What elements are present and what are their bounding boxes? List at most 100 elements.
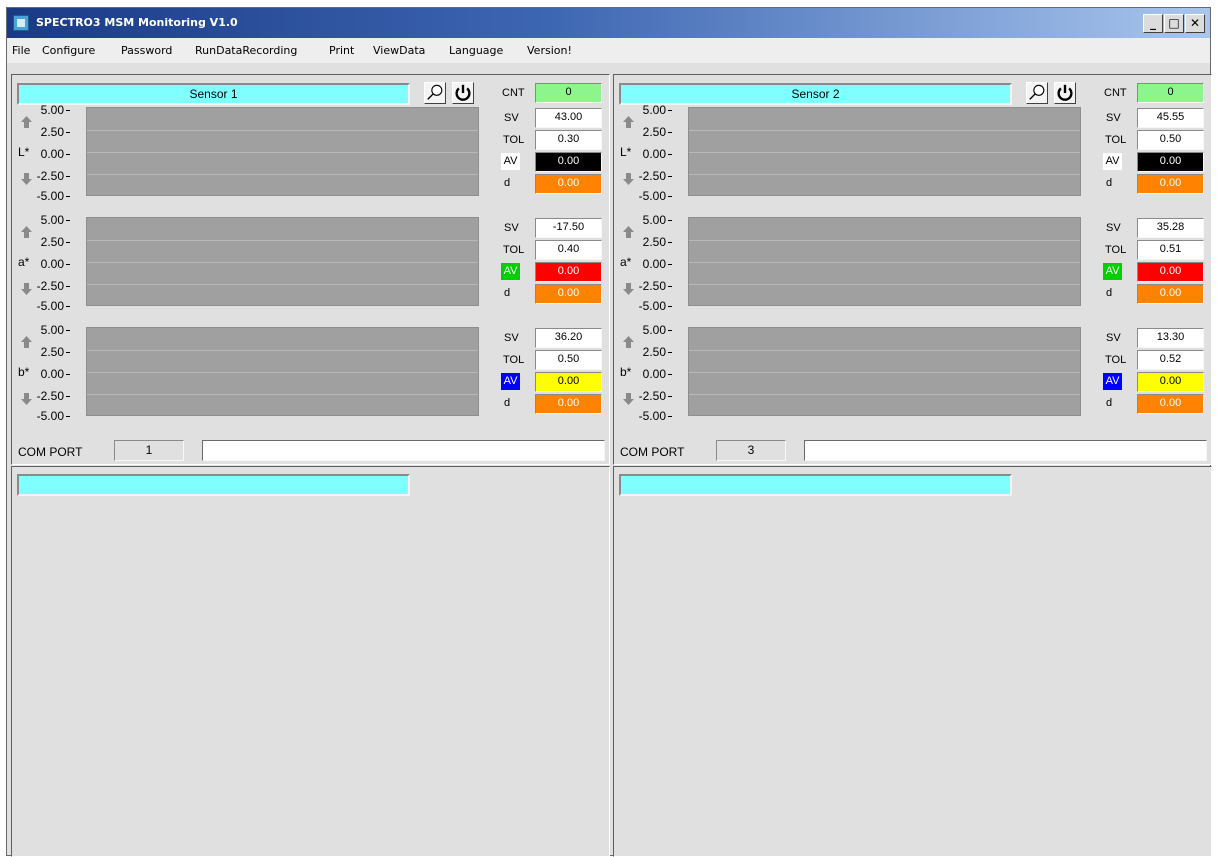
axis-tick-label: 0.00 <box>18 147 70 161</box>
menu-file[interactable]: File <box>12 44 30 57</box>
sv-field[interactable]: 43.00 <box>535 108 602 128</box>
sv-field[interactable]: -17.50 <box>535 218 602 238</box>
menu-language[interactable]: Language <box>449 44 503 57</box>
title-bar: SPECTRO3 MSM Monitoring V1.0 _ □ ✕ <box>7 8 1210 38</box>
av-value: 0.00 <box>1137 262 1204 282</box>
axis-tick-label: -2.50 <box>18 169 70 183</box>
plot-gridline <box>689 240 1080 241</box>
d-value: 0.00 <box>535 284 602 304</box>
plot-gridline <box>689 262 1080 263</box>
plot-gridline <box>87 394 478 395</box>
axis-tick-label: 5.00 <box>18 213 70 227</box>
axis-tick-label: 0.00 <box>620 147 672 161</box>
plot-gridline <box>87 262 478 263</box>
plot-gridline <box>689 372 1080 373</box>
com-port-value: 1 <box>114 440 184 461</box>
axis-tick-label: 2.50 <box>18 345 70 359</box>
sv-label: SV <box>1106 112 1121 124</box>
lower-name-bar <box>17 474 410 496</box>
deviation-plot <box>688 217 1081 306</box>
tol-field[interactable]: 0.51 <box>1137 240 1204 260</box>
sv-label: SV <box>504 222 519 234</box>
sv-field[interactable]: 45.55 <box>1137 108 1204 128</box>
tol-label: TOL <box>503 134 525 146</box>
d-label: d <box>504 397 511 409</box>
d-value: 0.00 <box>535 174 602 194</box>
close-button[interactable]: ✕ <box>1185 14 1205 33</box>
d-value: 0.00 <box>535 394 602 414</box>
axis-tick-label: -5.00 <box>620 409 672 423</box>
com-port-value: 3 <box>716 440 786 461</box>
search-icon <box>1027 84 1047 106</box>
sv-field[interactable]: 35.28 <box>1137 218 1204 238</box>
tol-field[interactable]: 0.50 <box>1137 130 1204 150</box>
sv-label: SV <box>504 332 519 344</box>
menu-print[interactable]: Print <box>329 44 354 57</box>
plot-gridline <box>87 152 478 153</box>
com-port-label: COM PORT <box>620 445 685 459</box>
power-icon <box>453 84 473 106</box>
tol-label: TOL <box>1105 134 1127 146</box>
power-button[interactable] <box>1054 82 1076 104</box>
menu-configure[interactable]: Configure <box>42 44 95 57</box>
sensor-panel: Sensor 2 CNT 0 L* 5.00 2.50 0.00 -2.50 -5.00 SV 45… <box>613 74 1212 465</box>
plot-gridline <box>689 152 1080 153</box>
axis-tick-label: 0.00 <box>620 257 672 271</box>
axis-tick-label: 2.50 <box>620 125 672 139</box>
search-button[interactable] <box>1026 82 1048 104</box>
sv-label: SV <box>1106 332 1121 344</box>
d-label: d <box>1106 397 1113 409</box>
av-value: 0.00 <box>1137 372 1204 392</box>
d-label: d <box>504 177 511 189</box>
d-label: d <box>1106 177 1113 189</box>
menu-version[interactable]: Version! <box>527 44 572 57</box>
sv-label: SV <box>1106 222 1121 234</box>
d-value: 0.00 <box>1137 174 1204 194</box>
cnt-label: CNT <box>1104 87 1127 99</box>
menu-rundatarecording[interactable]: RunDataRecording <box>195 44 297 57</box>
menu-viewdata[interactable]: ViewData <box>373 44 425 57</box>
plot-gridline <box>87 174 478 175</box>
window-title: SPECTRO3 MSM Monitoring V1.0 <box>36 16 238 29</box>
deviation-plot <box>86 217 479 306</box>
tol-field[interactable]: 0.40 <box>535 240 602 260</box>
tol-field[interactable]: 0.30 <box>535 130 602 150</box>
sensor-name-bar: Sensor 1 <box>17 83 410 105</box>
tol-label: TOL <box>1105 354 1127 366</box>
plot-gridline <box>87 240 478 241</box>
av-label: AV <box>1103 263 1122 280</box>
app-icon <box>13 15 29 31</box>
av-label: AV <box>501 263 520 280</box>
d-value: 0.00 <box>1137 284 1204 304</box>
power-button[interactable] <box>452 82 474 104</box>
sv-field[interactable]: 36.20 <box>535 328 602 348</box>
menu-bar: File Configure Password RunDataRecording… <box>7 38 1210 63</box>
axis-tick-label: 0.00 <box>18 257 70 271</box>
d-label: d <box>1106 287 1113 299</box>
menu-password[interactable]: Password <box>121 44 172 57</box>
axis-tick-label: 2.50 <box>620 345 672 359</box>
search-icon <box>425 84 445 106</box>
axis-tick-label: -5.00 <box>18 299 70 313</box>
lower-panel <box>11 466 610 857</box>
tol-field[interactable]: 0.50 <box>535 350 602 370</box>
axis-tick-label: -5.00 <box>18 409 70 423</box>
d-value: 0.00 <box>1137 394 1204 414</box>
plot-gridline <box>689 174 1080 175</box>
axis-tick-label: 5.00 <box>18 103 70 117</box>
tol-label: TOL <box>503 354 525 366</box>
search-button[interactable] <box>424 82 446 104</box>
av-value: 0.00 <box>535 152 602 172</box>
tol-field[interactable]: 0.52 <box>1137 350 1204 370</box>
maximize-button[interactable]: □ <box>1164 14 1184 33</box>
sensor-name-bar: Sensor 2 <box>619 83 1012 105</box>
axis-tick-label: -5.00 <box>18 189 70 203</box>
sv-field[interactable]: 13.30 <box>1137 328 1204 348</box>
axis-tick-label: 2.50 <box>18 125 70 139</box>
plot-gridline <box>689 394 1080 395</box>
axis-tick-label: -2.50 <box>620 169 672 183</box>
plot-gridline <box>87 372 478 373</box>
lower-name-bar <box>619 474 1012 496</box>
minimize-button[interactable]: _ <box>1143 14 1163 33</box>
axis-tick-label: 0.00 <box>18 367 70 381</box>
